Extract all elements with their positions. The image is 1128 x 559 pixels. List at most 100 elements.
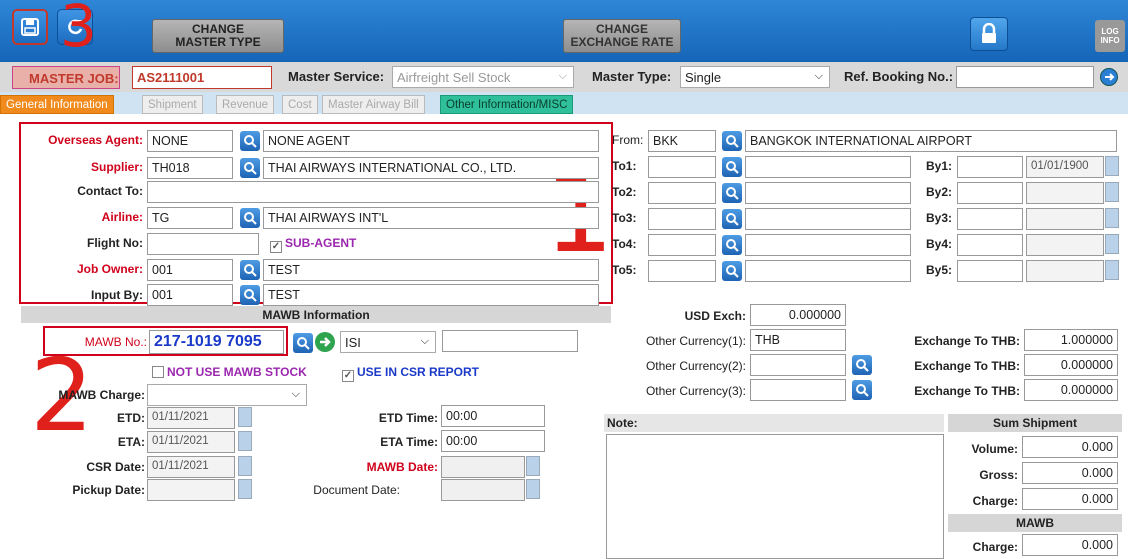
from-name[interactable]: BANGKOK INTERNATIONAL AIRPORT	[745, 130, 1117, 152]
to-code-input[interactable]	[648, 208, 716, 230]
mawb-date-input[interactable]	[441, 456, 525, 478]
supplier-name[interactable]: THAI AIRWAYS INTERNATIONAL CO., LTD.	[263, 157, 599, 179]
save-button[interactable]	[12, 9, 48, 45]
by-input[interactable]	[957, 260, 1023, 282]
mawb-search-button[interactable]	[293, 333, 313, 353]
sub-agent-checkbox[interactable]: ✓ SUB-AGENT	[270, 236, 356, 253]
by-date-input[interactable]	[1026, 234, 1104, 256]
mawb-extra-input[interactable]	[442, 330, 578, 352]
overseas-agent-code[interactable]: NONE	[147, 130, 233, 152]
mawb-charge-select[interactable]: ⌵	[147, 384, 307, 406]
to-search-button[interactable]	[722, 209, 742, 229]
job-owner-name[interactable]: TEST	[263, 259, 599, 281]
note-textarea[interactable]	[606, 434, 944, 559]
by-date-calendar-button[interactable]	[1105, 260, 1119, 280]
to-name-input[interactable]	[745, 156, 911, 178]
to-name-input[interactable]	[745, 208, 911, 230]
to-search-button[interactable]	[722, 235, 742, 255]
mawb-no-input[interactable]: 217-1019 7095	[149, 330, 284, 354]
from-search-button[interactable]	[722, 131, 742, 151]
by-date-calendar-button[interactable]	[1105, 156, 1119, 176]
use-in-csr-report-checkbox[interactable]: ✓ USE IN CSR REPORT	[342, 365, 479, 382]
master-type-select[interactable]: Single ⌵	[680, 66, 830, 88]
pickup-date-calendar-button[interactable]	[238, 479, 252, 499]
input-by-name[interactable]: TEST	[263, 284, 599, 306]
other-currency-3-search-button[interactable]	[852, 380, 872, 400]
mawb-date-calendar-button[interactable]	[526, 456, 540, 476]
other-currency-1-input[interactable]: THB	[750, 329, 846, 351]
to-name-input[interactable]	[745, 234, 911, 256]
by-input[interactable]	[957, 182, 1023, 204]
tab-revenue[interactable]: Revenue	[216, 95, 275, 114]
eta-calendar-button[interactable]	[238, 431, 252, 451]
booking-lookup-button[interactable]	[1100, 68, 1118, 86]
job-owner-search-button[interactable]	[240, 260, 260, 280]
etd-input[interactable]: 01/11/2021	[147, 407, 235, 429]
flight-no-input[interactable]	[147, 233, 259, 255]
input-by-search-button[interactable]	[240, 285, 260, 305]
to-search-button[interactable]	[722, 261, 742, 281]
supplier-search-button[interactable]	[240, 158, 260, 178]
change-exchange-rate-button[interactable]: CHANGE EXCHANGE RATE	[563, 19, 681, 53]
by-date-input[interactable]	[1026, 208, 1104, 230]
csr-date-calendar-button[interactable]	[238, 456, 252, 476]
contact-input[interactable]	[147, 181, 599, 203]
airline-search-button[interactable]	[240, 208, 260, 228]
overseas-agent-name[interactable]: NONE AGENT	[263, 130, 599, 152]
charge-input[interactable]: 0.000	[1022, 488, 1118, 510]
other-currency-2-search-button[interactable]	[852, 355, 872, 375]
exchange-to-thb-input-1[interactable]: 1.000000	[1024, 329, 1118, 351]
mawb-charge-sum-input[interactable]: 0.000	[1022, 534, 1118, 556]
by-input[interactable]	[957, 208, 1023, 230]
master-job-field[interactable]: AS2111001	[132, 66, 272, 89]
carrier-select[interactable]: ISI ⌵	[340, 331, 436, 353]
eta-time-input[interactable]: 00:00	[441, 430, 545, 452]
by-date-calendar-button[interactable]	[1105, 182, 1119, 202]
by-date-input[interactable]: 01/01/1900	[1026, 156, 1104, 178]
tab-general-information[interactable]: General Information	[0, 95, 114, 114]
eta-input[interactable]: 01/11/2021	[147, 431, 235, 453]
by-date-calendar-button[interactable]	[1105, 208, 1119, 228]
ref-booking-input[interactable]	[956, 66, 1094, 88]
job-owner-code[interactable]: 001	[147, 259, 233, 281]
to-code-input[interactable]	[648, 234, 716, 256]
csr-date-input[interactable]: 01/11/2021	[147, 456, 235, 478]
etd-time-input[interactable]: 00:00	[441, 405, 545, 427]
master-service-select[interactable]: Airfreight Sell Stock ⌵	[392, 66, 574, 88]
to-search-button[interactable]	[722, 183, 742, 203]
other-currency-2-input[interactable]	[750, 354, 846, 376]
log-info-button[interactable]: LOG INFO	[1095, 20, 1125, 52]
by-date-input[interactable]	[1026, 182, 1104, 204]
change-master-type-button[interactable]: CHANGE MASTER TYPE	[152, 19, 284, 53]
document-date-calendar-button[interactable]	[526, 479, 540, 499]
overseas-agent-search-button[interactable]	[240, 131, 260, 151]
tab-master-airway-bill[interactable]: Master Airway Bill	[322, 95, 425, 114]
mawb-go-button[interactable]	[315, 332, 335, 352]
pickup-date-input[interactable]	[147, 479, 235, 501]
by-input[interactable]	[957, 156, 1023, 178]
tab-shipment[interactable]: Shipment	[142, 95, 203, 114]
gross-input[interactable]: 0.000	[1022, 462, 1118, 484]
input-by-code[interactable]: 001	[147, 284, 233, 306]
etd-calendar-button[interactable]	[238, 407, 252, 427]
other-currency-3-input[interactable]	[750, 379, 846, 401]
tab-other-information[interactable]: Other Information/MISC	[440, 95, 574, 114]
from-code[interactable]: BKK	[648, 130, 716, 152]
lock-button[interactable]	[970, 17, 1008, 51]
airline-name[interactable]: THAI AIRWAYS INT'L	[263, 207, 599, 229]
exchange-to-thb-input-2[interactable]: 0.000000	[1024, 354, 1118, 376]
to-code-input[interactable]	[648, 182, 716, 204]
to-name-input[interactable]	[745, 182, 911, 204]
tab-cost[interactable]: Cost	[282, 95, 318, 114]
exchange-to-thb-input-3[interactable]: 0.000000	[1024, 379, 1118, 401]
by-input[interactable]	[957, 234, 1023, 256]
usd-exch-input[interactable]: 0.000000	[750, 304, 846, 326]
to-code-input[interactable]	[648, 260, 716, 282]
volume-input[interactable]: 0.000	[1022, 436, 1118, 458]
not-use-mawb-stock-checkbox[interactable]: NOT USE MAWB STOCK	[152, 365, 307, 379]
document-date-input[interactable]	[441, 479, 525, 501]
to-name-input[interactable]	[745, 260, 911, 282]
by-date-input[interactable]	[1026, 260, 1104, 282]
to-code-input[interactable]	[648, 156, 716, 178]
supplier-code[interactable]: TH018	[147, 157, 233, 179]
